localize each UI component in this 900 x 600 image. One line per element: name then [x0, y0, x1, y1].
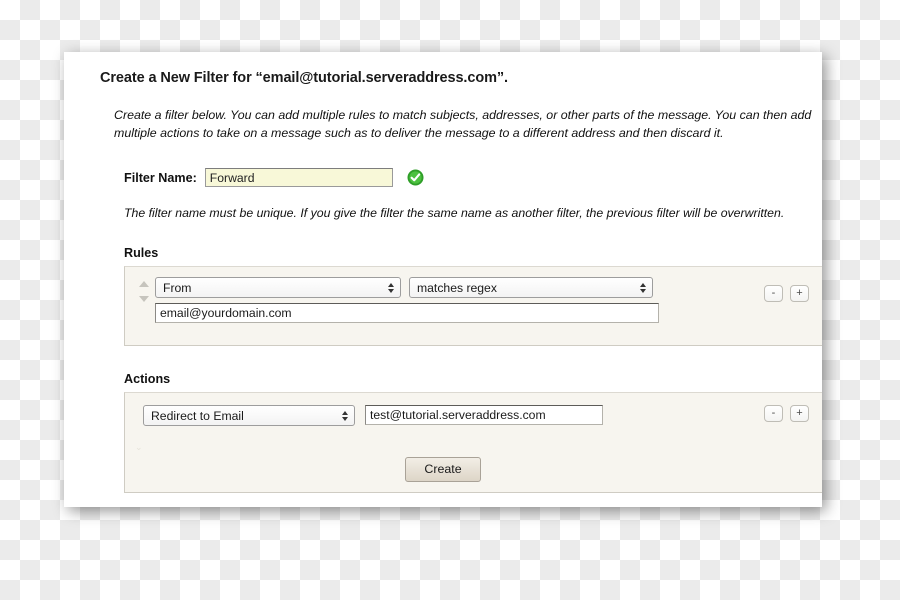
remove-action-button[interactable]: - — [764, 405, 783, 423]
action-type-value: Redirect to Email — [151, 408, 244, 423]
add-action-button[interactable]: + — [790, 405, 809, 423]
add-rule-button[interactable]: + — [790, 285, 809, 303]
stepper-arrows-icon — [640, 282, 646, 293]
rule-operator-value: matches regex — [417, 280, 497, 295]
intro-text: Create a filter below. You can add multi… — [114, 108, 812, 141]
triangle-up-icon[interactable] — [139, 281, 149, 288]
filter-name-input[interactable] — [204, 168, 393, 188]
stepper-arrows-icon — [388, 282, 394, 293]
action-add-remove-controls: - + — [764, 405, 809, 423]
page-title: Create a New Filter for “email@tutorial.… — [100, 70, 508, 86]
stepper-arrows-icon — [342, 410, 348, 421]
decorative-smudge: ⌄ — [135, 442, 143, 453]
filter-name-label: Filter Name: — [124, 170, 197, 185]
rule-reorder-controls — [133, 277, 155, 303]
check-circle-icon — [407, 169, 424, 186]
rule-value-input[interactable] — [155, 303, 659, 324]
rule-row: From matches regex — [133, 277, 659, 324]
action-value-input[interactable] — [365, 405, 603, 426]
rule-field-select[interactable]: From — [155, 277, 401, 299]
rule-selects: From matches regex — [155, 277, 659, 299]
remove-rule-button[interactable]: - — [764, 285, 783, 303]
action-row: Redirect to Email — [143, 405, 603, 427]
rule-fields: From matches regex — [155, 277, 659, 324]
triangle-down-icon[interactable] — [139, 296, 149, 303]
actions-heading: Actions — [124, 372, 171, 387]
create-button[interactable]: Create — [405, 457, 481, 482]
rules-panel: From matches regex email@yourdomain.com … — [124, 266, 822, 347]
filter-name-row: Filter Name: — [124, 168, 796, 188]
submit-row: Create — [64, 457, 822, 482]
rules-heading: Rules — [124, 246, 159, 261]
rule-operator-select[interactable]: matches regex — [409, 277, 653, 299]
dialog-content: Create a New Filter for “email@tutorial.… — [64, 52, 822, 494]
filter-name-hint: The filter name must be unique. If you g… — [124, 206, 785, 221]
action-type-select[interactable]: Redirect to Email — [143, 405, 355, 427]
rule-add-remove-controls: - + — [764, 285, 809, 303]
create-filter-dialog: Create a New Filter for “email@tutorial.… — [64, 52, 822, 507]
rule-field-value: From — [163, 280, 192, 295]
